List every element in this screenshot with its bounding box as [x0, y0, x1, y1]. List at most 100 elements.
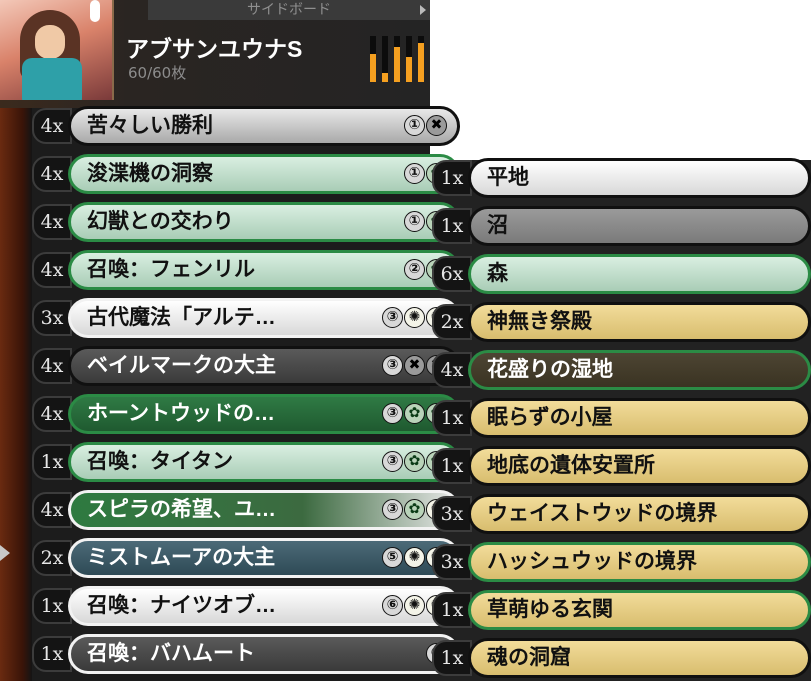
land-card-row[interactable]: 1x 地底の遺体安置所 — [432, 444, 811, 488]
card-tile[interactable]: ホーントウッドの…③✿✿ — [68, 394, 460, 434]
mana-curve-bar — [406, 57, 412, 82]
deck-card-row[interactable]: 1x召喚：ナイツオブ…⑥✺✺ — [32, 584, 460, 628]
deck-card-row[interactable]: 4xスピラの希望、ユ…③✿✺ — [32, 488, 460, 532]
card-tile[interactable]: ベイルマークの大主③✖✖ — [68, 346, 460, 386]
deck-name[interactable]: アブサンユウナS — [126, 30, 302, 64]
card-name: ハッシュウッドの境界 — [487, 550, 697, 573]
deck-card-row[interactable]: 3x古代魔法「アルテ…③✺✺ — [32, 296, 460, 340]
land-card-row[interactable]: 2x 神無き祭殿 — [432, 300, 811, 344]
card-tile[interactable]: 魂の洞窟 — [468, 638, 811, 678]
card-quantity: 3x — [32, 300, 72, 336]
land-card-row[interactable]: 1x 魂の洞窟 — [432, 636, 811, 680]
card-name: 花盛りの湿地 — [487, 358, 613, 381]
card-name: 召喚：バハムート — [87, 642, 255, 665]
card-quantity: 1x — [432, 400, 472, 436]
card-name: 平地 — [487, 166, 529, 189]
green-mana-icon: ✿ — [404, 499, 425, 520]
collapse-arrow-icon[interactable] — [0, 545, 10, 561]
generic-mana-icon: ③ — [382, 355, 403, 376]
green-mana-icon: ✿ — [404, 403, 425, 424]
card-name: 召喚：フェンリル — [87, 258, 255, 281]
card-quantity: 4x — [32, 492, 72, 528]
land-card-row[interactable]: 1x 草萌ゆる玄関 — [432, 588, 811, 632]
generic-mana-icon: ⑥ — [382, 595, 403, 616]
card-tile[interactable]: 眠らずの小屋 — [468, 398, 811, 438]
card-tile[interactable]: スピラの希望、ユ…③✿✺ — [68, 490, 460, 530]
card-tile[interactable]: 苦々しい勝利 ① ✖ — [68, 106, 460, 146]
card-tile[interactable]: 地底の遺体安置所 — [468, 446, 811, 486]
card-tile[interactable]: ウェイストウッドの境界 — [468, 494, 811, 534]
deck-card-row[interactable]: 4x幻獣との交わり①✿ — [32, 200, 460, 244]
card-name: 草萌ゆる玄関 — [487, 598, 613, 621]
card-name: 幻獣との交わり — [87, 210, 234, 233]
land-card-row[interactable]: 6x 森 — [432, 252, 811, 296]
deck-card-row[interactable]: 1x召喚：バハムート⑨ — [32, 632, 460, 676]
sideboard-tab[interactable]: サイドボード — [148, 0, 430, 20]
card-name: 召喚：ナイツオブ… — [87, 594, 276, 617]
card-tile[interactable]: 花盛りの湿地 — [468, 350, 811, 390]
card-name: ウェイストウッドの境界 — [487, 502, 718, 525]
card-tile[interactable]: 召喚：バハムート⑨ — [68, 634, 460, 674]
card-name: ミストムーアの大主 — [87, 546, 276, 569]
card-tile[interactable]: 森 — [468, 254, 811, 294]
card-quantity: 1x — [432, 160, 472, 196]
generic-mana-icon: ② — [404, 259, 425, 280]
mana-curve-bar — [382, 73, 388, 82]
deck-card-row[interactable]: 1x召喚：タイタン③✿✿ — [32, 440, 460, 484]
card-quantity: 4x — [32, 348, 72, 384]
card-quantity: 1x — [432, 208, 472, 244]
card-tile[interactable]: 神無き祭殿 — [468, 302, 811, 342]
land-card-row[interactable]: 1x 平地 — [432, 156, 811, 200]
card-tile[interactable]: 召喚：ナイツオブ…⑥✺✺ — [68, 586, 460, 626]
card-quantity: 1x — [432, 448, 472, 484]
card-quantity: 4x — [32, 108, 72, 144]
white-mana-icon: ✺ — [404, 547, 425, 568]
deck-card-row[interactable]: 4xベイルマークの大主③✖✖ — [32, 344, 460, 388]
deck-card-row[interactable]: 4x浚渫機の洞察①✿ — [32, 152, 460, 196]
avatar-body — [22, 58, 82, 100]
land-card-row[interactable]: 1x 眠らずの小屋 — [432, 396, 811, 440]
card-name: ベイルマークの大主 — [87, 354, 276, 377]
deck-card-row[interactable]: 4x 苦々しい勝利 ① ✖ — [32, 104, 460, 148]
card-tile[interactable]: 幻獣との交わり①✿ — [68, 202, 460, 242]
card-tile[interactable]: 草萌ゆる玄関 — [468, 590, 811, 630]
land-card-row[interactable]: 4x 花盛りの湿地 — [432, 348, 811, 392]
deck-card-count: 60/60枚 — [128, 64, 187, 82]
black-mana-icon: ✖ — [426, 115, 447, 136]
card-name: 神無き祭殿 — [487, 310, 592, 333]
generic-mana-icon: ③ — [382, 307, 403, 328]
deck-card-row[interactable]: 2xミストムーアの大主⑤✺✺ — [32, 536, 460, 580]
green-mana-icon: ✿ — [404, 451, 425, 472]
card-tile[interactable]: 召喚：フェンリル②✿ — [68, 250, 460, 290]
card-quantity: 2x — [432, 304, 472, 340]
card-name: 浚渫機の洞察 — [87, 162, 213, 185]
avatar-face — [35, 25, 65, 59]
card-quantity: 4x — [32, 252, 72, 288]
card-name: ホーントウッドの… — [87, 402, 275, 425]
card-quantity: 1x — [32, 588, 72, 624]
deck-card-row[interactable]: 4xホーントウッドの…③✿✿ — [32, 392, 460, 436]
deck-card-row[interactable]: 4x召喚：フェンリル②✿ — [32, 248, 460, 292]
mana-cost: ① ✖ — [404, 115, 447, 137]
land-card-row[interactable]: 1x 沼 — [432, 204, 811, 248]
card-tile[interactable]: ハッシュウッドの境界 — [468, 542, 811, 582]
deck-header: サイドボード アブサンユウナS 60/60枚 — [0, 0, 430, 108]
generic-mana-icon: ① — [404, 163, 425, 184]
generic-mana-icon: ⑤ — [382, 547, 403, 568]
card-quantity: 4x — [32, 204, 72, 240]
land-card-row[interactable]: 3x ハッシュウッドの境界 — [432, 540, 811, 584]
card-tile[interactable]: 古代魔法「アルテ…③✺✺ — [68, 298, 460, 338]
card-tile[interactable]: 平地 — [468, 158, 811, 198]
card-tile[interactable]: 沼 — [468, 206, 811, 246]
card-name: 眠らずの小屋 — [487, 406, 613, 429]
card-name: 森 — [487, 262, 508, 285]
card-tile[interactable]: 召喚：タイタン③✿✿ — [68, 442, 460, 482]
card-tile[interactable]: 浚渫機の洞察①✿ — [68, 154, 460, 194]
card-tile[interactable]: ミストムーアの大主⑤✺✺ — [68, 538, 460, 578]
card-quantity: 3x — [432, 544, 472, 580]
black-mana-icon: ✖ — [404, 355, 425, 376]
land-card-row[interactable]: 3x ウェイストウッドの境界 — [432, 492, 811, 536]
generic-mana-icon: ③ — [382, 403, 403, 424]
deck-avatar[interactable] — [0, 0, 114, 100]
card-name: 苦々しい勝利 — [87, 114, 213, 137]
